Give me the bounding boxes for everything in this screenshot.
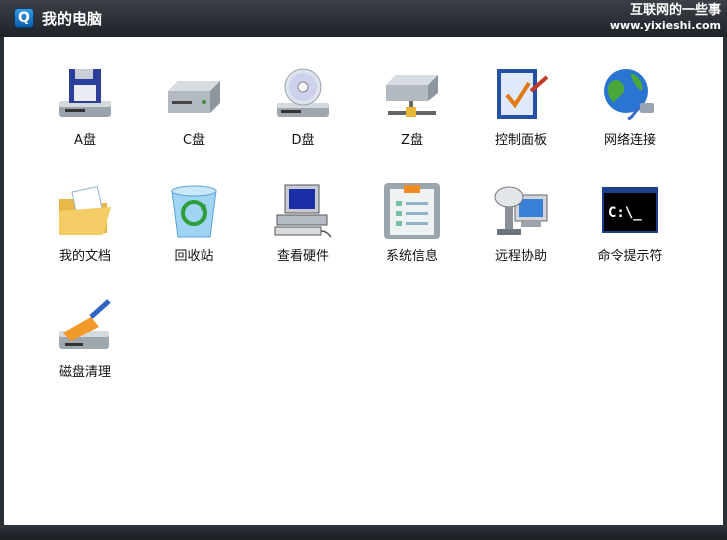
- hard-drive-icon: [164, 65, 224, 125]
- item-label: C盘: [182, 133, 206, 148]
- disk-cleanup-icon: [55, 297, 115, 357]
- item-label: 远程协助: [494, 249, 547, 264]
- item-label: 我的文档: [58, 249, 111, 264]
- item-label: 回收站: [174, 249, 214, 264]
- item-a-drive[interactable]: A盘: [30, 37, 140, 148]
- item-network-connections[interactable]: 网络连接: [575, 37, 685, 148]
- item-label: 网络连接: [603, 133, 656, 148]
- item-label: D盘: [291, 133, 315, 148]
- content-area: A盘 C盘 D盘 Z盘 控制面板 网络连接 我的文档 回收站 查看硬件 系统信息…: [4, 37, 723, 525]
- item-control-panel[interactable]: 控制面板: [466, 37, 576, 148]
- command-prompt-icon: C:\_: [600, 181, 660, 241]
- watermark: 互联网的一些事 www.yixieshi.com: [610, 3, 721, 33]
- item-label: 查看硬件: [276, 249, 329, 264]
- window: Q 我的电脑 互联网的一些事 www.yixieshi.com A盘 C盘 D盘…: [0, 0, 727, 540]
- item-label: 命令提示符: [597, 249, 663, 264]
- network-drive-icon: [382, 65, 442, 125]
- item-remote-assistance[interactable]: 远程协助: [466, 153, 576, 264]
- computer-hardware-icon: [273, 181, 333, 241]
- bottom-bar: [0, 525, 727, 540]
- watermark-line1: 互联网的一些事: [629, 3, 721, 18]
- control-panel-icon: [491, 65, 551, 125]
- recycle-bin-icon: [164, 181, 224, 241]
- watermark-line2: www.yixieshi.com: [609, 19, 721, 32]
- item-c-drive[interactable]: C盘: [139, 37, 249, 148]
- item-system-info[interactable]: 系统信息: [357, 153, 467, 264]
- cd-drive-icon: [273, 65, 333, 125]
- remote-assistance-icon: [491, 181, 551, 241]
- item-z-drive[interactable]: Z盘: [357, 37, 467, 148]
- item-label: 磁盘清理: [58, 365, 111, 380]
- title-bar[interactable]: Q 我的电脑 互联网的一些事 www.yixieshi.com: [0, 0, 727, 37]
- item-my-documents[interactable]: 我的文档: [30, 153, 140, 264]
- network-connection-icon: [600, 65, 660, 125]
- item-command-prompt[interactable]: C:\_ 命令提示符: [575, 153, 685, 264]
- window-title: 我的电脑: [42, 10, 103, 28]
- item-view-hardware[interactable]: 查看硬件: [248, 153, 358, 264]
- documents-folder-icon: [55, 181, 115, 241]
- item-label: A盘: [74, 133, 96, 148]
- item-d-drive[interactable]: D盘: [248, 37, 358, 148]
- cmd-prompt-text: C:\_: [608, 205, 642, 221]
- item-disk-cleanup[interactable]: 磁盘清理: [30, 269, 140, 380]
- item-label: 系统信息: [385, 249, 438, 264]
- item-label: 控制面板: [494, 133, 547, 148]
- floppy-drive-icon: [55, 65, 115, 125]
- system-info-icon: [382, 181, 442, 241]
- app-logo-icon: Q: [14, 8, 34, 28]
- item-recycle-bin[interactable]: 回收站: [139, 153, 249, 264]
- item-label: Z盘: [401, 133, 423, 148]
